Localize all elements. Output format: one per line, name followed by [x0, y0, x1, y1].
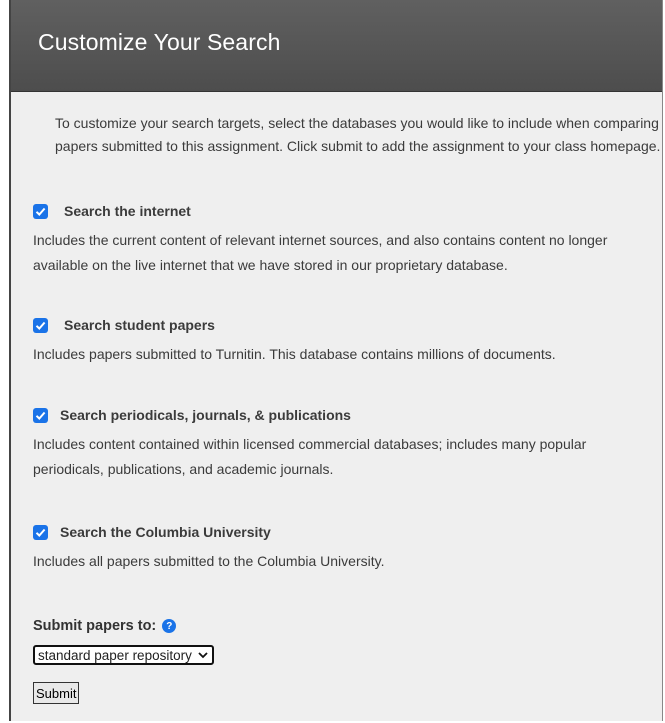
chevron-down-icon [198, 651, 208, 658]
repository-select[interactable]: standard paper repository [33, 645, 214, 665]
option-description: Includes the current content of relevant… [33, 232, 608, 273]
option-search-columbia-university: Search the Columbia University Includes … [33, 522, 648, 574]
intro-text: To customize your search targets, select… [55, 115, 661, 154]
option-description: Includes all papers submitted to the Col… [33, 553, 385, 569]
option-search-internet: Search the internet Includes the current… [33, 201, 648, 278]
option-title: Search student papers [64, 317, 215, 333]
checkmark-icon [35, 411, 46, 420]
repository-select-value: standard paper repository [38, 647, 192, 663]
panel-header: Customize Your Search [11, 0, 662, 92]
option-search-periodicals: Search periodicals, journals, & publicat… [33, 405, 648, 482]
submit-papers-to-label: Submit papers to: ? [33, 618, 177, 634]
checkmark-icon [35, 207, 46, 216]
search-internet-checkbox[interactable] [33, 203, 48, 219]
search-periodicals-checkbox[interactable] [33, 407, 48, 423]
search-columbia-checkbox[interactable] [33, 524, 48, 540]
option-title: Search periodicals, journals, & publicat… [60, 407, 351, 423]
customize-search-panel: Customize Your Search To customize your … [9, 0, 663, 721]
submit-papers-to-text: Submit papers to: [33, 618, 157, 634]
page-title: Customize Your Search [38, 29, 281, 55]
submit-button[interactable]: Submit [33, 682, 80, 704]
help-icon[interactable]: ? [162, 619, 177, 633]
option-description: Includes content contained within licens… [33, 436, 587, 477]
option-description: Includes papers submitted to Turnitin. T… [33, 346, 556, 362]
search-student-papers-checkbox[interactable] [33, 317, 48, 333]
option-title: Search the Columbia University [60, 524, 271, 540]
option-title: Search the internet [64, 203, 191, 219]
option-search-student-papers: Search student papers Includes papers su… [33, 315, 648, 367]
checkmark-icon [35, 528, 46, 537]
checkmark-icon [35, 321, 46, 330]
